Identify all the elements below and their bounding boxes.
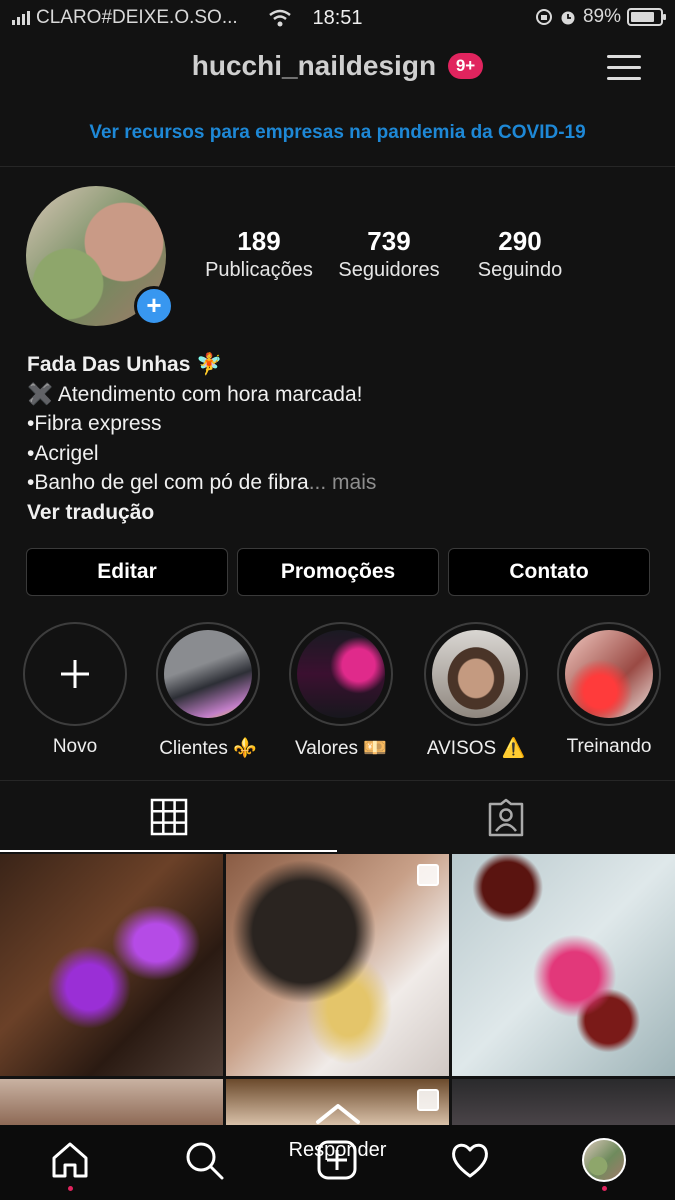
status-bar: CLARO#DEIXE.O.SO... 18:51 89% bbox=[0, 0, 675, 36]
tab-grid[interactable] bbox=[0, 780, 337, 852]
tab-tagged[interactable] bbox=[338, 780, 675, 852]
battery-percent: 89% bbox=[582, 6, 621, 27]
highlight-label: Valores 💴 bbox=[295, 738, 387, 759]
orientation-lock-icon bbox=[535, 9, 552, 25]
highlight-training[interactable]: Treinando bbox=[557, 622, 661, 758]
contact-button[interactable]: Contato bbox=[448, 548, 650, 596]
status-right: 89% bbox=[535, 6, 666, 28]
edit-profile-button[interactable]: Editar bbox=[26, 548, 228, 596]
stat-posts[interactable]: 189 Publicações bbox=[198, 226, 320, 282]
reply-label[interactable]: Responder bbox=[0, 1139, 675, 1162]
covid-business-link[interactable]: Ver recursos para empresas na pandemia d… bbox=[0, 122, 675, 144]
hamburger-menu-icon[interactable] bbox=[607, 53, 641, 83]
stat-value: 290 bbox=[498, 226, 542, 256]
highlight-cover bbox=[565, 630, 653, 718]
highlight-label: AVISOS ⚠️ bbox=[426, 738, 526, 759]
stat-label: Publicações bbox=[205, 259, 313, 281]
profile-notification-dot bbox=[602, 1186, 607, 1191]
tagged-person-icon bbox=[488, 798, 524, 837]
post-thumbnail[interactable] bbox=[0, 1079, 223, 1125]
highlight-cover bbox=[297, 630, 385, 718]
stat-value: 739 bbox=[367, 226, 411, 256]
stat-following[interactable]: 290 Seguindo bbox=[462, 226, 578, 282]
multiple-photos-icon bbox=[417, 1089, 439, 1111]
bio-line: •Banho de gel com pó de fibra bbox=[27, 471, 309, 494]
heart-icon bbox=[452, 1143, 488, 1178]
promotions-button[interactable]: Promoções bbox=[237, 548, 439, 596]
highlight-prices[interactable]: Valores 💴 bbox=[289, 622, 393, 760]
username[interactable]: hucchi_naildesign bbox=[192, 50, 436, 81]
highlight-ring bbox=[289, 622, 393, 726]
highlight-ring bbox=[424, 622, 528, 726]
highlight-new[interactable]: Novo bbox=[23, 622, 127, 758]
add-story-icon[interactable]: + bbox=[134, 286, 174, 326]
bio-line-last: •Banho de gel com pó de fibra... mais bbox=[27, 468, 376, 498]
translate-link[interactable]: Ver tradução bbox=[27, 498, 376, 528]
highlight-label: Novo bbox=[52, 736, 98, 757]
highlight-ring bbox=[557, 622, 661, 726]
stat-label: Seguindo bbox=[477, 259, 563, 281]
highlight-cover bbox=[164, 630, 252, 718]
plus-icon bbox=[61, 660, 89, 688]
grid-icon bbox=[150, 798, 188, 836]
bio-line: •Fibra express bbox=[27, 412, 162, 435]
notification-badge[interactable]: 9+ bbox=[447, 52, 484, 79]
post-thumbnail[interactable] bbox=[452, 1079, 675, 1125]
home-notification-dot bbox=[68, 1186, 73, 1191]
highlight-notices[interactable]: AVISOS ⚠️ bbox=[424, 622, 528, 760]
highlight-clients[interactable]: Clientes ⚜️ bbox=[156, 622, 260, 760]
stat-label: Seguidores bbox=[338, 259, 440, 281]
highlight-ring bbox=[23, 622, 127, 726]
chevron-up-icon[interactable] bbox=[314, 1100, 362, 1126]
stat-followers[interactable]: 739 Seguidores bbox=[329, 226, 449, 282]
battery-icon bbox=[627, 8, 666, 26]
more-link[interactable]: ... mais bbox=[309, 471, 377, 494]
profile-header[interactable]: hucchi_naildesign 9+ bbox=[0, 50, 675, 82]
nav-activity[interactable] bbox=[448, 1138, 492, 1182]
alarm-icon bbox=[561, 11, 575, 25]
bio-line: •Acrigel bbox=[27, 441, 99, 465]
post-thumbnail[interactable] bbox=[0, 854, 223, 1076]
highlight-ring bbox=[156, 622, 260, 726]
highlight-cover bbox=[432, 630, 520, 718]
stat-value: 189 bbox=[237, 226, 281, 256]
highlight-label: Treinando bbox=[566, 736, 652, 757]
profile-name: Fada Das Unhas 🧚 bbox=[27, 353, 223, 376]
post-thumbnail[interactable] bbox=[452, 854, 675, 1076]
profile-avatar-icon[interactable] bbox=[582, 1138, 626, 1182]
divider bbox=[0, 166, 675, 167]
highlight-label: Clientes ⚜️ bbox=[159, 738, 257, 759]
bio-line: ✖️ Atendimento com hora marcada! bbox=[27, 382, 363, 406]
bio: Fada Das Unhas 🧚 ✖️ Atendimento com hora… bbox=[27, 350, 376, 527]
multiple-photos-icon bbox=[417, 864, 439, 886]
post-thumbnail[interactable] bbox=[226, 854, 449, 1076]
